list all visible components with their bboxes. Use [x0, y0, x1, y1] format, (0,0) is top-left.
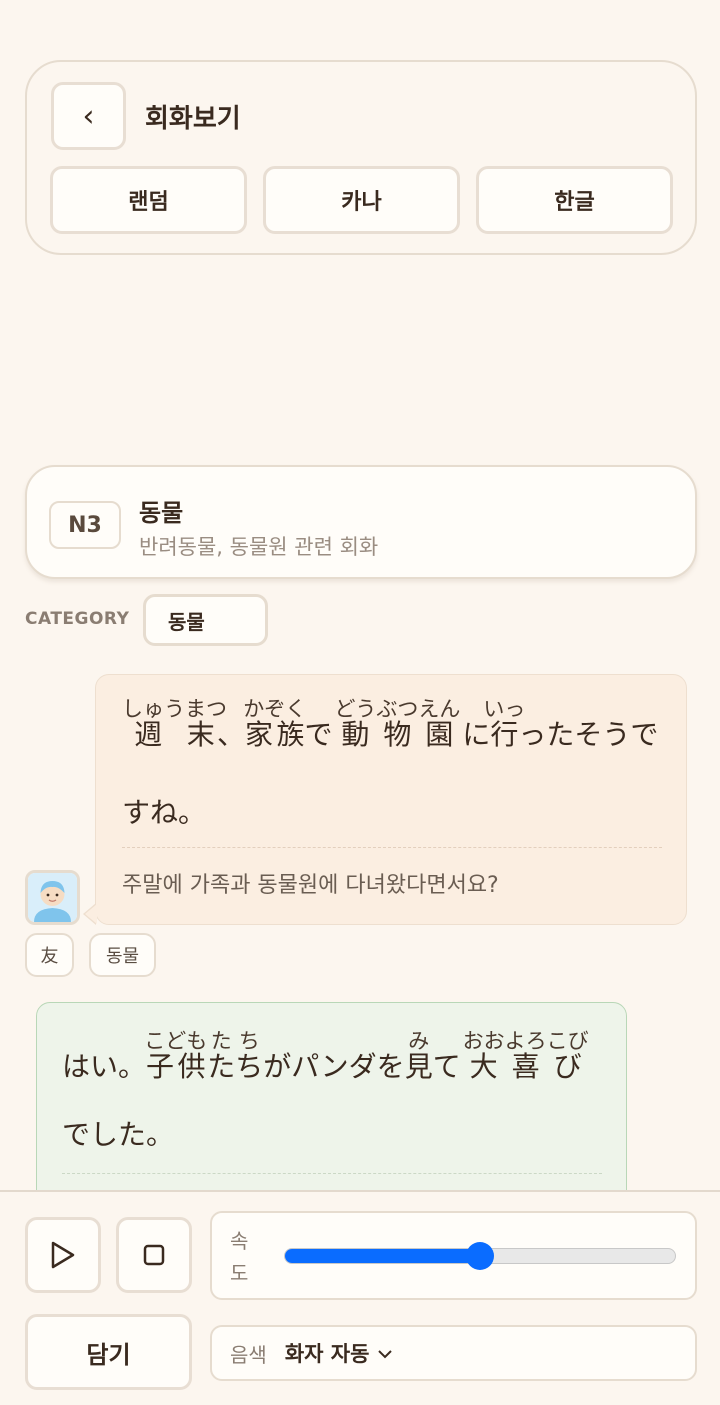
- furigana: み: [404, 1029, 433, 1053]
- mode-korean-button[interactable]: 한글: [476, 166, 673, 234]
- sentence-text: がパンダを: [263, 1050, 405, 1083]
- kanji-with-furigana: 行いっ: [483, 697, 526, 751]
- furigana: おおよろこび: [462, 1029, 589, 1053]
- save-button[interactable]: 담기: [25, 1314, 192, 1390]
- kanji-with-furigana: 大喜びおおよろこび: [462, 1029, 589, 1083]
- voice-value: 화자 자동: [284, 1342, 370, 1366]
- kanji-with-furigana: 週末しゅうまつ: [122, 697, 227, 751]
- furigana: どうぶつえん: [334, 697, 461, 721]
- stop-button[interactable]: [116, 1217, 192, 1293]
- player-bar: 속도 담기 음색 화자 자동: [0, 1190, 720, 1405]
- speed-label: 속도: [230, 1229, 249, 1285]
- page-title: 회화보기: [145, 104, 241, 134]
- sentence-text: ったそうで: [518, 718, 659, 751]
- sentence-text: はい。: [62, 1050, 147, 1083]
- category-label: CATEGORY: [25, 609, 130, 629]
- divider: [62, 1173, 602, 1174]
- header-card: ‹ 회화보기 랜덤 카나 한글: [25, 60, 697, 255]
- japanese-sentence: はい。子供こどもたちたちがパンダを見みて 大喜びおおよろこび: [62, 1029, 589, 1085]
- sentence-text: 、: [216, 718, 245, 751]
- divider: [122, 847, 662, 848]
- topic-tag[interactable]: 동물: [89, 933, 156, 977]
- furigana: しゅうまつ: [122, 697, 227, 721]
- play-icon: [51, 1241, 75, 1269]
- topic-description: 반려동물, 동물원 관련 회화: [139, 535, 379, 559]
- speed-slider-thumb[interactable]: [466, 1242, 494, 1270]
- speaker-tag[interactable]: 友: [25, 933, 74, 977]
- speed-slider-fill: [285, 1249, 481, 1263]
- speed-control: 속도: [210, 1211, 697, 1300]
- child-avatar-icon: [25, 870, 80, 925]
- topic-title: 동물: [139, 499, 184, 527]
- kanji-with-furigana: 家族かぞく: [243, 697, 307, 751]
- level-badge: N3: [49, 501, 121, 549]
- message-bubble[interactable]: 週末しゅうまつ、家族かぞくで 動物園どうぶつえん に行いっったそうで すね。 주…: [83, 674, 687, 925]
- japanese-sentence-continued: でした。: [62, 1118, 175, 1151]
- chevron-down-icon: [377, 1344, 393, 1363]
- play-button[interactable]: [25, 1217, 101, 1293]
- mode-random-button[interactable]: 랜덤: [50, 166, 247, 234]
- furigana: いっ: [483, 697, 526, 721]
- furigana: かぞく: [243, 697, 307, 721]
- kanji-with-furigana: 動物園どうぶつえん: [334, 697, 461, 751]
- kanji-with-furigana: たちたち: [207, 1029, 264, 1083]
- furigana: こども: [144, 1029, 208, 1053]
- furigana: たち: [207, 1029, 264, 1053]
- korean-translation: 주말에 가족과 동물원에 다녀왔다면서요?: [122, 873, 499, 898]
- mode-kana-button[interactable]: 카나: [263, 166, 460, 234]
- voice-select[interactable]: 음색 화자 자동: [210, 1325, 697, 1381]
- japanese-sentence: 週末しゅうまつ、家族かぞくで 動物園どうぶつえん に行いっったそうで: [122, 697, 658, 753]
- japanese-sentence-continued: すね。: [122, 796, 207, 829]
- kanji-with-furigana: 子供こども: [144, 1029, 208, 1083]
- category-chip[interactable]: 동물: [143, 594, 268, 646]
- voice-label: 음색: [230, 1342, 267, 1367]
- topic-card[interactable]: N3 동물 반려동물, 동물원 관련 회화: [25, 465, 697, 579]
- kanji-with-furigana: 見み: [404, 1029, 433, 1083]
- back-button[interactable]: ‹: [51, 82, 126, 150]
- chevron-left-icon: ‹: [82, 98, 95, 134]
- stop-icon: [143, 1244, 165, 1266]
